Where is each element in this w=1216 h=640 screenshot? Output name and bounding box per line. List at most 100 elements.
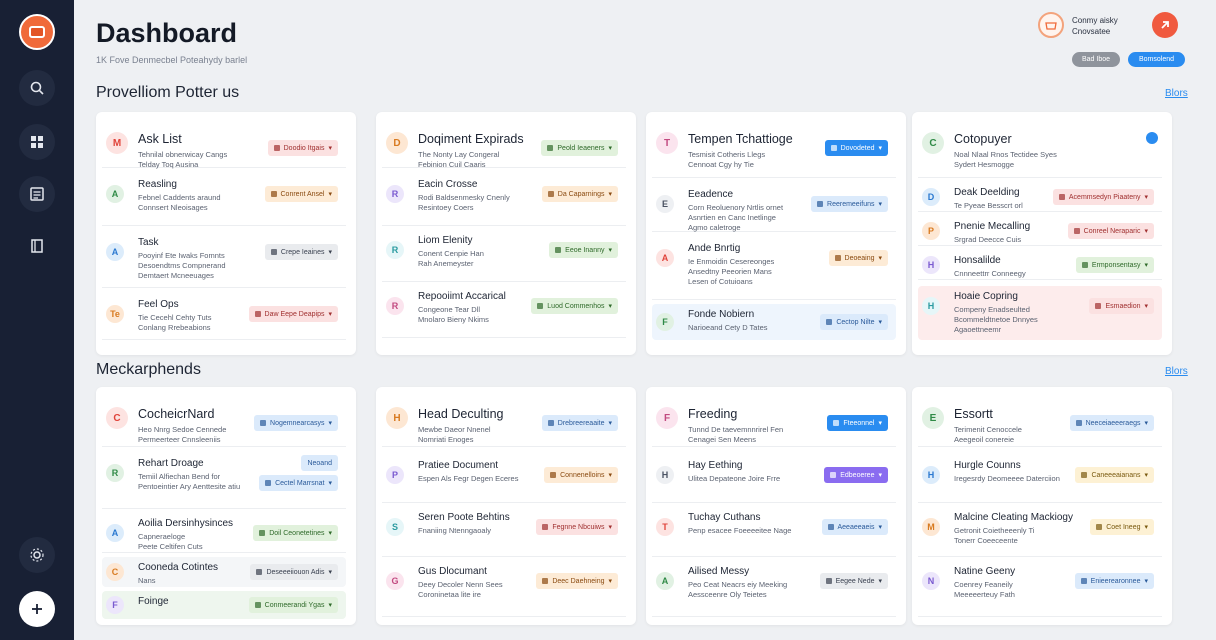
status-tag[interactable]: Fteeonnel ▾ (827, 415, 888, 431)
status-tag[interactable]: Deoeaing ▾ (828, 250, 888, 266)
status-tag[interactable]: Drebreereaaite ▾ (541, 415, 618, 431)
card-header[interactable]: T Tempen Tchattioge Tesmisit Cotheris Lleg… (652, 126, 896, 178)
card-header[interactable]: E Essortt Terimenit Cenoccele Aeegeoil cone… (918, 401, 1162, 447)
status-tag[interactable]: Deec Daehneing ▾ (536, 573, 618, 589)
status-tag[interactable]: Connenelloins ▾ (544, 467, 618, 483)
section-link-2[interactable]: Blors (1165, 366, 1188, 377)
status-tag[interactable]: Acemmsedyn Piaateny ▾ (1052, 189, 1154, 205)
status-tag[interactable]: Edbeoeree ▾ (824, 467, 888, 483)
alert-arrow-icon[interactable] (1152, 12, 1178, 38)
settings-icon[interactable] (19, 537, 55, 573)
status-tag[interactable]: Daw Eepe Deapips ▾ (248, 306, 338, 322)
chevron-down-icon: ▾ (1144, 303, 1148, 310)
list-item[interactable]: A Ailised Messy Peo Ceat Neacrs eiy Meekin… (652, 561, 896, 617)
list-item[interactable]: A Ande Bnrtig Ie Enmoidin Cesereonges Ansed… (652, 238, 896, 300)
status-tag[interactable]: Fegnne Nbcuiws ▾ (536, 519, 618, 535)
account-avatar[interactable] (1038, 12, 1064, 38)
status-tag[interactable]: Deseeeiiouon Adis ▾ (250, 564, 338, 580)
list-item[interactable]: A Task Pooyinf Ete Iwaks Fomnts Desoendtms … (102, 232, 346, 288)
status-tag[interactable]: Esmaedion ▾ (1089, 298, 1154, 314)
section-link-1[interactable]: Blors (1165, 88, 1188, 99)
status-tag-label: Deoeaing (844, 254, 875, 262)
status-tag[interactable]: Eeoe Inanny ▾ (549, 242, 618, 258)
secondary-button[interactable]: Bad Iboe (1072, 52, 1120, 67)
logo-icon[interactable] (19, 14, 55, 50)
book-icon[interactable] (19, 228, 55, 264)
list-item[interactable]: C Cooneda Cotintes Nans Deseeeiiouon Adis ▾ (102, 557, 346, 587)
status-tag[interactable]: Da Caparnings ▾ (541, 186, 618, 202)
list-item[interactable]: P Pratiee Document Espen Als Fegr Degen Ec… (382, 455, 626, 503)
status-tag[interactable]: Nogemnearcasys ▾ (254, 415, 338, 431)
add-icon[interactable] (19, 591, 55, 627)
item-icon: R (386, 297, 404, 315)
item-title: Natine Geeny (954, 566, 1016, 577)
status-tag[interactable]: Neeceiaeeeraegs ▾ (1069, 415, 1154, 431)
tag-dot-icon (555, 247, 562, 253)
status-tag[interactable]: Eegee Nede ▾ (819, 573, 888, 589)
primary-button[interactable]: Bomsolend (1128, 52, 1185, 67)
list-item[interactable]: G Gus Dlocumant Deey Decoler Nenn Sees Coro… (382, 561, 626, 617)
status-tag[interactable]: Caneeeaianans ▾ (1075, 467, 1154, 483)
status-tag[interactable]: Doodio Itgais ▾ (267, 140, 338, 156)
list-item[interactable]: E Eeadence Corn Reoluenory Nrtlis ornet Asn… (652, 184, 896, 232)
tag-dot-icon (1080, 578, 1087, 584)
list-item[interactable]: F Fonde Nobiern Narioeand Cety D Tates Cect… (652, 304, 896, 340)
status-tag[interactable]: Crepe Ieaines ▾ (264, 244, 338, 260)
card-header[interactable]: F Freeding Tunnd De taevemnnrirel Fen Cenag… (652, 401, 896, 447)
status-tag[interactable]: Doil Ceonetetines ▾ (253, 525, 338, 541)
search-icon[interactable] (19, 70, 55, 106)
list-item[interactable]: T Tuchay Cuthans Penp esacee Foeeeeitee Na… (652, 507, 896, 557)
grid-icon[interactable] (19, 124, 55, 160)
account-info: Conmy aisky Cnovsatee (1072, 15, 1118, 37)
tag-dot-icon (1081, 472, 1088, 478)
list-item[interactable]: S Seren Poote Behtins Fnaniing Ntenngaoaly… (382, 507, 626, 557)
status-tag-label: Fegnne Nbcuiws (552, 523, 605, 531)
list-item[interactable]: R Rehart Droage Temiil Alfiechan Bend for P… (102, 453, 346, 509)
list-item[interactable]: H Hoaie Copring Compeny Enadseulted Bcommel… (918, 286, 1162, 340)
list-item[interactable]: N Natine Geeny Coenrey Feaneily Meeeeerteuy… (918, 561, 1162, 617)
list-item[interactable]: R Eacin Crosse Rodi Baldsenmesky Cnenly Res… (382, 174, 626, 226)
list-item[interactable]: P Pnenie Mecalling Srgrad Deecce Cuis Conre… (918, 216, 1162, 246)
list-item[interactable]: A Aoilia Dersinhysinces Capneraeloge Peete … (102, 513, 346, 553)
card-header[interactable]: H Head Deculting Mewbe Daeor Nnenel Nomriat… (382, 401, 626, 447)
list-item[interactable]: D Deak Deelding Te Pyeae Besscrt orl Acemms… (918, 182, 1162, 212)
status-tag[interactable]: Cectop Nilte ▾ (820, 314, 888, 330)
status-tag[interactable]: Luod Commenhos ▾ (531, 298, 618, 314)
status-tag[interactable]: Cectel Marrsnat ▾ (259, 475, 338, 491)
list-item[interactable]: A Reasling Febnel Caddents araund Connsert … (102, 174, 346, 226)
secondary-tag[interactable]: Neoand (301, 455, 338, 471)
status-tag[interactable]: Peold Ieaeners ▾ (541, 140, 618, 156)
status-tag[interactable]: Aeeaeeaeis ▾ (821, 519, 888, 535)
status-tag[interactable]: Coet Ineeg ▾ (1090, 519, 1154, 535)
list-icon[interactable] (19, 176, 55, 212)
status-tag[interactable]: Ermponsentasy ▾ (1075, 257, 1154, 273)
list-item[interactable]: R Repooiimt Accarical Congeone Tear Dll Mno… (382, 286, 626, 338)
item-icon: C (922, 132, 944, 154)
status-tag[interactable]: Conreel Neraparic ▾ (1067, 223, 1154, 239)
list-item[interactable]: H Hay Eething Ulitea Depateone Joire Frre E… (652, 455, 896, 503)
item-description: Pentoeintier Ary Aenttesite atiu (138, 482, 241, 491)
info-icon[interactable] (1146, 132, 1158, 144)
list-item[interactable]: H Honsalilde Cnnneettrr Conneegy Ermponsent… (918, 250, 1162, 280)
card-title: Ask List (138, 132, 182, 146)
status-tag[interactable]: Dovodeted ▾ (824, 140, 888, 156)
card-header[interactable]: D Doqiment Expirads The Nonty Lay Congeral… (382, 126, 626, 169)
list-item[interactable]: F Foinge Conmeerandi Ygas ▾ (102, 591, 346, 619)
card-header[interactable]: C Cotopuyer Noal Nlaal Rnos Tectidee Syes S… (918, 126, 1162, 178)
item-description: Rodi Baldsenmesky Cnenly (418, 193, 510, 202)
status-tag[interactable]: Enieerearonnee ▾ (1074, 573, 1154, 589)
card-header[interactable]: C CocheicrNard Heo Nnrg Sedoe Cennede Perme… (102, 401, 346, 447)
status-tag[interactable]: Reeremeeifuns ▾ (811, 196, 888, 212)
list-item[interactable]: M Malcine Cleating Mackiogy Getronit Coiet… (918, 507, 1162, 557)
status-tag[interactable]: Conmeerandi Ygas ▾ (248, 597, 338, 613)
card-header[interactable]: M Ask List Tehnilal obnerwicay Cangs Telday… (102, 126, 346, 169)
chevron-down-icon: ▾ (878, 420, 882, 427)
status-tag[interactable]: Conrent Ansel ▾ (264, 186, 338, 202)
item-icon: R (106, 464, 124, 482)
list-item[interactable]: R Liom Elenity Conent Cenpie Han Rah Anemey… (382, 230, 626, 282)
list-item[interactable]: Te Feel Ops Tie Cecehl Cehty Tuts Conlang R… (102, 294, 346, 340)
list-item[interactable]: H Hurgle Counns Iregesrdy Deomeeee Daterci… (918, 455, 1162, 503)
item-icon: H (922, 256, 940, 274)
item-description: Conent Cenpie Han (418, 249, 484, 258)
item-description: Agaoettneemr (954, 325, 1002, 334)
